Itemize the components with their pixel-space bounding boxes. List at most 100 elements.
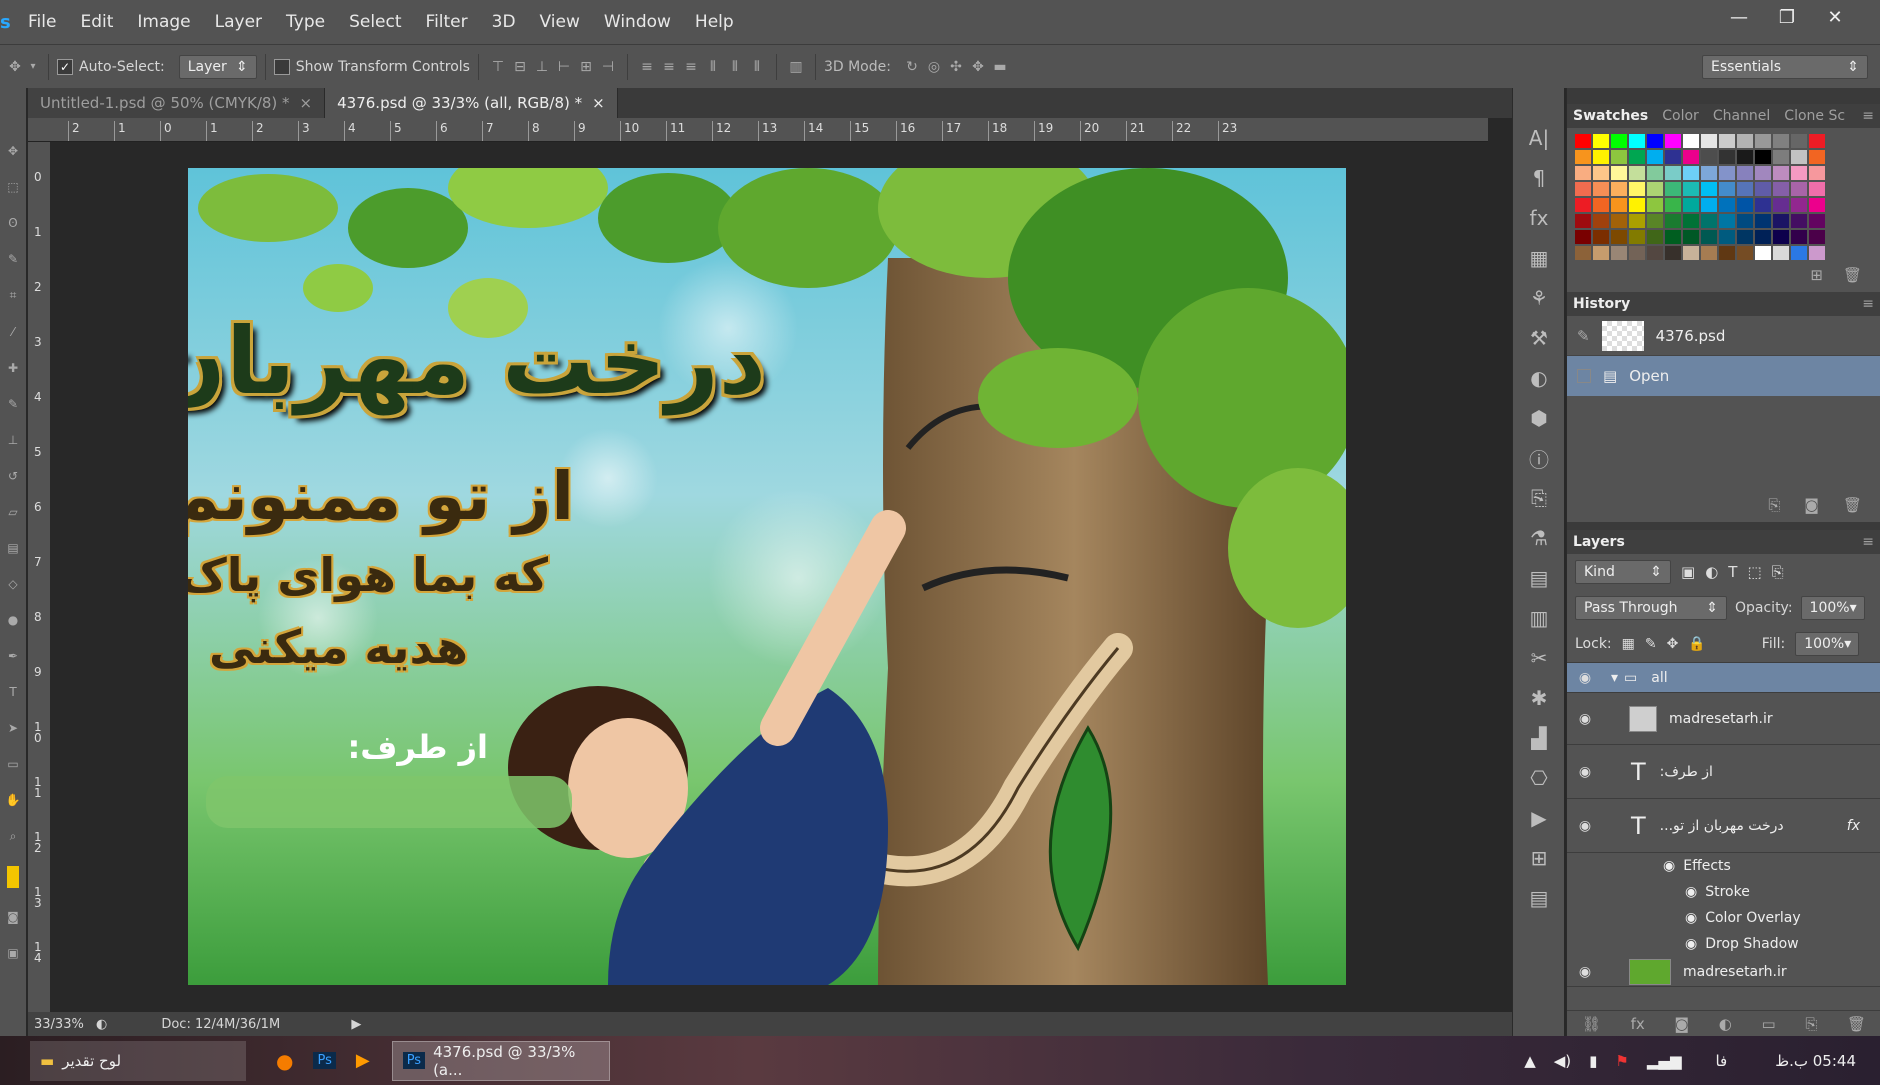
zoom-level[interactable]: 33/33% bbox=[34, 1017, 90, 1032]
smart-filter-icon[interactable]: ⎘ bbox=[1772, 563, 1784, 581]
shape-filter-icon[interactable]: ⬚ bbox=[1747, 563, 1761, 581]
tab-color[interactable]: Color bbox=[1662, 108, 1699, 124]
taskbar-media-player[interactable]: ▶ bbox=[346, 1041, 380, 1081]
color-swatch[interactable] bbox=[1629, 246, 1645, 260]
effect-row-color-overlay[interactable]: ◉ Color Overlay bbox=[1567, 905, 1880, 931]
3d-roll-icon[interactable]: ◎ bbox=[923, 56, 945, 78]
history-brush-icon[interactable]: ↺ bbox=[8, 469, 18, 483]
link-layers-icon[interactable]: ⛓ bbox=[1582, 1015, 1601, 1033]
3d-scale-icon[interactable]: ▬ bbox=[989, 56, 1011, 78]
info-icon[interactable]: ⓘ bbox=[1513, 438, 1565, 478]
new-document-from-state-icon[interactable]: ⎘ bbox=[1768, 496, 1780, 522]
workspace-dropdown[interactable]: Essentials ⇕ bbox=[1702, 54, 1868, 79]
color-swatch[interactable] bbox=[1593, 166, 1609, 180]
color-swatch[interactable] bbox=[1629, 198, 1645, 212]
color-swatch[interactable] bbox=[1773, 230, 1789, 244]
tab-untitled[interactable]: Untitled-1.psd @ 50% (CMYK/8) * × bbox=[28, 88, 326, 118]
history-step[interactable]: ▤ Open bbox=[1567, 356, 1880, 396]
path-select-icon[interactable]: ➤ bbox=[8, 721, 18, 735]
eye-icon[interactable]: ◉ bbox=[1567, 764, 1603, 780]
add-style-icon[interactable]: fx bbox=[1631, 1015, 1645, 1033]
navigator-icon[interactable]: ▤ bbox=[1513, 878, 1565, 918]
color-swatch[interactable] bbox=[1719, 230, 1735, 244]
lasso-tool-icon[interactable]: ʘ bbox=[8, 216, 17, 230]
menu-view[interactable]: View bbox=[528, 12, 592, 32]
history-snapshot[interactable]: ✎ 4376.psd bbox=[1567, 316, 1880, 356]
status-menu-arrow-icon[interactable]: ▶ bbox=[351, 1017, 361, 1032]
properties-icon[interactable]: ⎘ bbox=[1513, 478, 1565, 518]
menu-file[interactable]: File bbox=[16, 12, 68, 32]
color-swatch[interactable] bbox=[1647, 198, 1663, 212]
delete-layer-icon[interactable]: 🗑 bbox=[1847, 1015, 1866, 1033]
adjustment-filter-icon[interactable]: ◐ bbox=[1705, 563, 1718, 581]
lock-pixels-icon[interactable]: ✎ bbox=[1645, 636, 1657, 652]
color-swatch[interactable] bbox=[1737, 166, 1753, 180]
healing-tool-icon[interactable]: ✚ bbox=[8, 361, 18, 375]
paths-icon[interactable]: ⎔ bbox=[1513, 758, 1565, 798]
color-swatch[interactable] bbox=[1611, 198, 1627, 212]
align-vcenter-icon[interactable]: ⊟ bbox=[509, 56, 531, 78]
color-swatch[interactable] bbox=[1701, 198, 1717, 212]
timeline-icon[interactable]: ▶ bbox=[1513, 798, 1565, 838]
close-icon[interactable]: × bbox=[592, 94, 605, 112]
color-swatch[interactable] bbox=[1809, 166, 1825, 180]
align-left-icon[interactable]: ⊢ bbox=[553, 56, 575, 78]
menu-help[interactable]: Help bbox=[683, 12, 746, 32]
panel-menu-icon[interactable]: ≡ bbox=[1862, 108, 1874, 124]
tray-up-arrow-icon[interactable]: ▲ bbox=[1524, 1052, 1536, 1070]
color-swatch[interactable] bbox=[1701, 134, 1717, 148]
color-swatch[interactable] bbox=[1665, 230, 1681, 244]
move-tool-icon[interactable]: ✥ bbox=[8, 144, 18, 158]
history-step-checkbox[interactable] bbox=[1577, 369, 1591, 383]
distribute-top-icon[interactable]: ≡ bbox=[636, 56, 658, 78]
eyedropper-tool-icon[interactable]: ⁄ bbox=[12, 325, 14, 339]
layer-row-group[interactable]: ◉ ▾ ▭ all bbox=[1567, 663, 1880, 693]
3d-slide-icon[interactable]: ✥ bbox=[967, 56, 989, 78]
color-swatch[interactable] bbox=[1665, 166, 1681, 180]
color-swatch[interactable] bbox=[1647, 182, 1663, 196]
auto-align-icon[interactable]: ▥ bbox=[785, 56, 807, 78]
paragraph-icon[interactable]: ¶ bbox=[1513, 158, 1565, 198]
tab-history[interactable]: History bbox=[1573, 296, 1630, 312]
tab-channels[interactable]: Channel bbox=[1713, 108, 1770, 124]
color-swatch[interactable] bbox=[1791, 134, 1807, 148]
clone-source-icon[interactable]: ⚗ bbox=[1513, 518, 1565, 558]
shape-tool-icon[interactable]: ▭ bbox=[7, 757, 18, 771]
color-swatch[interactable] bbox=[1683, 166, 1699, 180]
delete-swatch-icon[interactable]: 🗑 bbox=[1843, 266, 1862, 292]
distribute-left-icon[interactable]: ⫴ bbox=[702, 56, 724, 78]
marquee-tool-icon[interactable]: ⬚ bbox=[7, 180, 18, 194]
color-swatch[interactable] bbox=[1593, 230, 1609, 244]
color-swatch[interactable] bbox=[1719, 214, 1735, 228]
eye-icon[interactable]: ◉ bbox=[1567, 711, 1603, 727]
color-swatch[interactable] bbox=[1719, 166, 1735, 180]
layer-row[interactable]: ◉ madresetarh.ir bbox=[1567, 957, 1880, 987]
color-swatch[interactable] bbox=[1791, 198, 1807, 212]
pen-tool-icon[interactable]: ✒ bbox=[8, 649, 18, 663]
pixel-filter-icon[interactable]: ▣ bbox=[1681, 563, 1695, 581]
color-swatch[interactable] bbox=[1575, 150, 1591, 164]
eye-icon[interactable]: ◉ bbox=[1685, 936, 1697, 952]
color-swatch[interactable] bbox=[1611, 246, 1627, 260]
color-swatch[interactable] bbox=[1737, 230, 1753, 244]
auto-select-checkbox[interactable]: ✓ bbox=[57, 58, 73, 75]
stamp-tool-icon[interactable]: ⊥ bbox=[8, 433, 18, 447]
color-swatch[interactable] bbox=[1575, 198, 1591, 212]
crop-tool-icon[interactable]: ⌗ bbox=[10, 288, 17, 303]
tab-clone-source[interactable]: Clone Sc bbox=[1784, 108, 1845, 124]
eye-icon[interactable]: ◉ bbox=[1685, 884, 1697, 900]
color-swatch[interactable] bbox=[1701, 230, 1717, 244]
color-swatch[interactable] bbox=[1737, 198, 1753, 212]
distribute-vcenter-icon[interactable]: ≡ bbox=[658, 56, 680, 78]
color-swatch[interactable] bbox=[1593, 134, 1609, 148]
color-swatch[interactable] bbox=[1737, 150, 1753, 164]
color-swatch[interactable] bbox=[1665, 198, 1681, 212]
color-swatch[interactable] bbox=[1575, 134, 1591, 148]
move-tool-icon[interactable]: ✥ bbox=[4, 56, 26, 78]
camera-icon[interactable]: ◙ bbox=[1804, 496, 1819, 522]
distribute-bottom-icon[interactable]: ≡ bbox=[680, 56, 702, 78]
opacity-field[interactable]: 100% ▾ bbox=[1800, 596, 1865, 620]
compass-icon[interactable]: ✱ bbox=[1513, 678, 1565, 718]
color-swatch[interactable] bbox=[1683, 182, 1699, 196]
type-tool-icon[interactable]: T bbox=[9, 685, 16, 699]
